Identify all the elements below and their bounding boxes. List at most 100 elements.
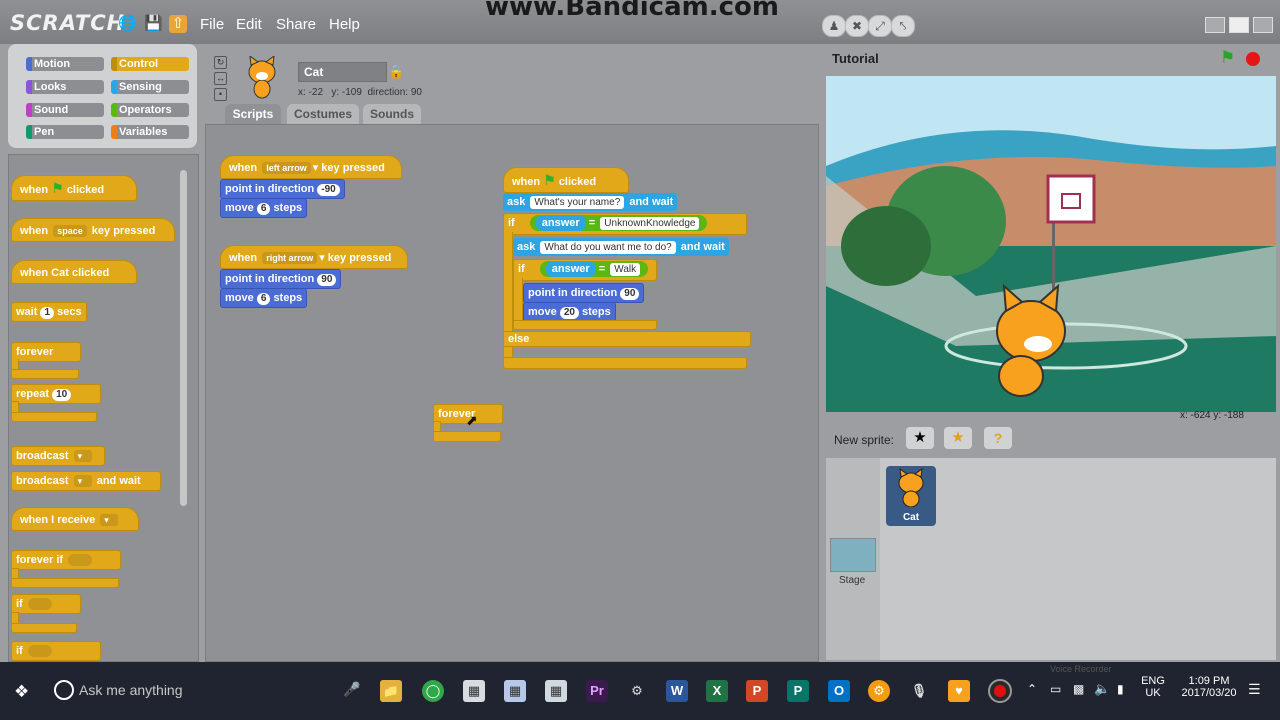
- random-sprite-icon[interactable]: ?: [984, 427, 1012, 449]
- move-block[interactable]: move 6 steps: [220, 198, 308, 218]
- category-operators[interactable]: Operators: [111, 103, 189, 117]
- menu-file[interactable]: File: [200, 16, 224, 33]
- inner-if-block[interactable]: if answer = Walk: [513, 259, 657, 281]
- move-block[interactable]: move 20 steps: [523, 302, 616, 322]
- clock[interactable]: 1:09 PM 2017/03/20: [1174, 675, 1244, 699]
- microphone-icon[interactable]: 🎤: [343, 681, 360, 698]
- windows-start-icon[interactable]: ❖: [14, 682, 29, 702]
- small-stage-icon[interactable]: [1205, 17, 1225, 33]
- palette-broadcast[interactable]: broadcast ▾: [11, 446, 105, 466]
- tab-scripts[interactable]: Scripts: [225, 104, 281, 124]
- save-icon[interactable]: 💾: [144, 15, 163, 33]
- network-icon[interactable]: ▭: [1050, 682, 1061, 696]
- tab-costumes[interactable]: Costumes: [287, 104, 359, 124]
- battery-icon[interactable]: ▮: [1117, 682, 1124, 696]
- powerpoint-icon[interactable]: P: [746, 680, 768, 702]
- if-foot: [11, 623, 77, 633]
- palette-forever-if[interactable]: forever if: [11, 550, 121, 570]
- scratch-taskbar-icon[interactable]: ♥: [948, 680, 970, 702]
- excel-icon[interactable]: X: [706, 680, 728, 702]
- record-button-icon[interactable]: [988, 679, 1012, 703]
- else-label: else: [503, 331, 751, 347]
- menu-edit[interactable]: Edit: [236, 16, 262, 33]
- when-right-arrow-hat[interactable]: when right arrow ▾ key pressed: [220, 245, 408, 269]
- palette-when-flag-clicked[interactable]: when ⚑ clicked: [11, 175, 137, 201]
- delete-tool-icon[interactable]: ✖: [845, 15, 869, 37]
- sprite-coordinates: x: -22 y: -109 direction: 90: [298, 87, 422, 98]
- action-center-icon[interactable]: ☰: [1248, 681, 1261, 698]
- green-flag-icon: ⚑: [51, 180, 64, 196]
- settings-app-icon[interactable]: ⚙: [868, 680, 890, 702]
- browser-icon[interactable]: ◯: [422, 680, 444, 702]
- menu-help[interactable]: Help: [329, 16, 360, 33]
- palette-if-else[interactable]: if: [11, 641, 101, 661]
- display-icon[interactable]: ▩: [1073, 682, 1084, 696]
- palette-when-key-pressed[interactable]: when space key pressed: [11, 218, 175, 242]
- presentation-mode-icon[interactable]: [1253, 17, 1273, 33]
- point-direction-block[interactable]: point in direction 90: [523, 283, 645, 303]
- lock-icon[interactable]: 🔒: [388, 64, 404, 80]
- rotate-style-icon[interactable]: ↻: [214, 56, 227, 69]
- search-box[interactable]: Ask me anything: [79, 682, 183, 698]
- stage-thumbnail[interactable]: [830, 538, 876, 572]
- category-variables[interactable]: Variables: [111, 125, 189, 139]
- language-indicator[interactable]: ENG UK: [1141, 675, 1165, 699]
- choose-sprite-file-icon[interactable]: ★: [944, 427, 972, 449]
- palette-broadcast-and-wait[interactable]: broadcast ▾ and wait: [11, 471, 161, 491]
- ask-block[interactable]: ask What do you want me to do? and wait: [513, 238, 729, 256]
- ask-block[interactable]: ask What's your name? and wait: [503, 193, 678, 211]
- document-app-3-icon[interactable]: ▦: [545, 680, 567, 702]
- menu-share[interactable]: Share: [276, 16, 316, 33]
- when-flag-clicked-hat[interactable]: when ⚑ clicked: [503, 167, 629, 193]
- sprite-tile-cat[interactable]: Cat: [886, 466, 936, 526]
- if-block[interactable]: if answer = UnknownKnowledge: [503, 213, 747, 235]
- move-block[interactable]: move 6 steps: [220, 288, 308, 308]
- duplicate-tool-icon[interactable]: ♟: [822, 15, 846, 37]
- palette-scrollbar[interactable]: [180, 170, 187, 506]
- palette-when-i-receive[interactable]: when I receive ▾: [11, 507, 139, 531]
- forever-mouth: [11, 359, 19, 369]
- word-icon[interactable]: W: [666, 680, 688, 702]
- category-pen[interactable]: Pen: [26, 125, 104, 139]
- repeat-foot: [11, 412, 97, 422]
- normal-stage-icon[interactable]: [1229, 17, 1249, 33]
- flip-style-icon[interactable]: ↔: [214, 72, 227, 85]
- share-icon[interactable]: ⇧: [169, 15, 187, 33]
- game-controller-icon[interactable]: ⚙: [626, 680, 648, 702]
- mouse-cursor-icon: ⬈: [466, 412, 478, 428]
- palette-if[interactable]: if: [11, 594, 81, 614]
- grow-tool-icon[interactable]: ⤢: [868, 15, 892, 37]
- key-dropdown[interactable]: space: [53, 225, 87, 237]
- voice-recorder-icon[interactable]: 🎙: [908, 680, 930, 702]
- show-hidden-icons-chevron[interactable]: ⌃: [1027, 682, 1037, 696]
- outlook-icon[interactable]: O: [828, 680, 850, 702]
- publisher-icon[interactable]: P: [787, 680, 809, 702]
- palette-when-sprite-clicked[interactable]: when Cat clicked: [11, 260, 137, 284]
- category-motion[interactable]: Motion: [26, 57, 104, 71]
- volume-icon[interactable]: 🔈: [1094, 681, 1110, 697]
- file-explorer-icon[interactable]: 📁: [380, 680, 402, 702]
- category-looks[interactable]: Looks: [26, 80, 104, 94]
- shrink-tool-icon[interactable]: ⤣: [891, 15, 915, 37]
- paint-new-sprite-icon[interactable]: ★: [906, 427, 934, 449]
- category-sensing[interactable]: Sensing: [111, 80, 189, 94]
- cortana-icon[interactable]: [54, 680, 74, 700]
- document-app-icon[interactable]: ▦: [463, 680, 485, 702]
- category-control[interactable]: Control: [111, 57, 189, 71]
- tab-sounds[interactable]: Sounds: [363, 104, 421, 124]
- point-direction-block[interactable]: point in direction 90: [220, 269, 342, 289]
- sprite-name-field[interactable]: Cat: [298, 62, 387, 82]
- palette-forever[interactable]: forever: [11, 342, 81, 362]
- no-rotate-icon[interactable]: •: [214, 88, 227, 101]
- green-flag-icon[interactable]: ⚑: [1220, 48, 1235, 68]
- stop-sign-icon[interactable]: [1246, 52, 1260, 66]
- category-sound[interactable]: Sound: [26, 103, 104, 117]
- palette-wait[interactable]: wait 1 secs: [11, 302, 87, 322]
- stage-canvas[interactable]: [826, 76, 1276, 412]
- globe-icon[interactable]: 🌐: [118, 15, 137, 33]
- palette-repeat[interactable]: repeat 10: [11, 384, 101, 404]
- premiere-icon[interactable]: Pr: [586, 680, 608, 702]
- document-app-2-icon[interactable]: ▦: [504, 680, 526, 702]
- point-direction-block[interactable]: point in direction -90: [220, 179, 345, 199]
- when-left-arrow-hat[interactable]: when left arrow ▾ key pressed: [220, 155, 402, 179]
